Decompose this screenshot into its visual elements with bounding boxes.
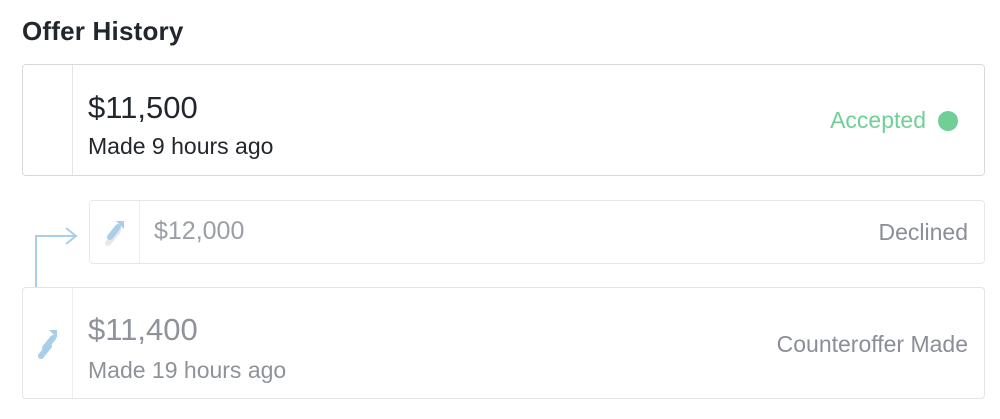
offer-timestamp: Made 9 hours ago — [88, 133, 274, 159]
page-title: Offer History — [22, 16, 184, 46]
offer-card-declined[interactable]: $12,000 Declined — [89, 200, 985, 264]
offer-card-gutter — [23, 288, 73, 398]
offer-amount: $11,400 — [88, 312, 198, 347]
offer-card-accepted[interactable]: $11,500 Made 9 hours ago Accepted — [22, 64, 985, 176]
offer-history-panel: Offer History $11,500 Made 9 hours ago A… — [0, 0, 1000, 419]
offer-card-counteroffer[interactable]: $11,400 Made 19 hours ago Counteroffer M… — [22, 287, 985, 399]
offer-timestamp: Made 19 hours ago — [88, 357, 287, 383]
status-badge: Accepted — [830, 109, 958, 132]
status-label: Accepted — [830, 107, 926, 133]
status-badge: Declined — [879, 221, 969, 244]
offer-amount: $11,500 — [88, 90, 198, 125]
status-badge: Counteroffer Made — [777, 333, 968, 356]
offer-card-gutter — [23, 65, 73, 175]
offer-amount: $12,000 — [154, 217, 245, 245]
counteroffer-arrow-icon — [37, 330, 57, 359]
accepted-dot-icon — [938, 110, 958, 131]
counteroffer-arrow-icon — [104, 221, 124, 246]
status-label: Declined — [878, 219, 969, 245]
status-label: Counteroffer Made — [776, 331, 968, 357]
offer-card-gutter — [90, 201, 140, 263]
